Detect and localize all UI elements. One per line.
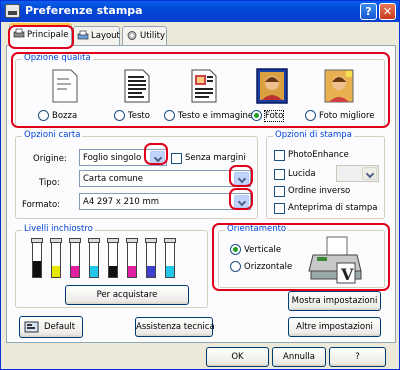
ink-tank-cap	[31, 238, 43, 243]
ink-tank	[107, 238, 119, 278]
ink-tank	[88, 238, 100, 278]
type-label: Tipo:	[39, 178, 60, 188]
tab-layout[interactable]: Layout	[73, 26, 120, 45]
quality-best-photo-label: Foto migliore	[319, 111, 375, 121]
ink-tank-cap	[145, 238, 157, 243]
quality-text-radio[interactable]	[114, 110, 125, 121]
source-value: Foglio singolo	[83, 153, 142, 163]
printer-tab-icon	[13, 28, 25, 38]
text-image-page-icon	[191, 69, 217, 103]
print-options-title: Opzioni di stampa	[273, 130, 354, 140]
photo-enhance-label: PhotoEnhance	[288, 150, 349, 160]
ink-tank-cap	[50, 238, 62, 243]
glossy-checkbox[interactable]	[274, 169, 285, 180]
ink-tank	[50, 238, 62, 278]
ink-level-fill	[90, 266, 98, 277]
ink-tank	[69, 238, 81, 278]
ink-levels-title: Livelli inchiostro	[22, 224, 95, 234]
reverse-order-checkbox[interactable]	[274, 186, 285, 197]
source-select[interactable]: Foglio singolo	[79, 149, 167, 166]
tab-label: Utility	[140, 31, 166, 41]
photo-icon	[256, 68, 288, 104]
ink-tank-cap	[126, 238, 138, 243]
ink-tank-cap	[88, 238, 100, 243]
quality-photo-label: Foto	[263, 110, 285, 122]
draft-page-icon	[52, 69, 78, 103]
close-button[interactable]: ✕	[379, 3, 396, 20]
text-page-icon	[124, 69, 150, 103]
ink-level-fill	[128, 266, 136, 277]
orientation-landscape-radio[interactable]	[230, 261, 241, 272]
paper-type-value: Carta comune	[83, 174, 144, 184]
chevron-down-icon[interactable]	[362, 167, 377, 180]
chevron-down-icon[interactable]	[150, 151, 165, 164]
paper-options-title: Opzioni carta	[22, 130, 83, 140]
orientation-title: Orientamento	[225, 224, 289, 234]
paper-format-select[interactable]: A4 297 x 210 mm	[79, 193, 251, 210]
orientation-portrait-label: Verticale	[244, 245, 282, 255]
layout-tab-icon	[77, 30, 89, 40]
title-bar: Preferenze stampa ? ✕	[1, 1, 399, 22]
quality-text-label: Testo	[128, 111, 150, 121]
glossy-label: Lucida	[288, 169, 316, 179]
print-preview-checkbox[interactable]	[274, 203, 285, 214]
show-settings-button[interactable]: Mostra impostazioni	[288, 291, 381, 311]
tab-utility[interactable]: Utility	[122, 26, 167, 45]
ink-level-fill	[109, 266, 117, 277]
other-settings-button[interactable]: Altre impostazioni	[288, 317, 381, 337]
ok-button[interactable]: OK	[206, 347, 269, 367]
quality-best-photo-radio[interactable]	[305, 110, 316, 121]
tab-label: Principale	[27, 30, 69, 40]
source-label: Origine:	[33, 154, 67, 164]
quality-group-title: Opzione qualità	[22, 53, 93, 63]
ink-tank	[31, 238, 43, 278]
window-title: Preferenze stampa	[25, 4, 143, 17]
ink-tank	[145, 238, 157, 278]
format-label: Formato:	[22, 200, 61, 210]
default-settings-icon	[24, 321, 39, 333]
utility-tab-icon	[127, 31, 137, 40]
quality-draft-radio[interactable]	[38, 110, 49, 121]
ink-tank	[164, 238, 176, 278]
ink-level-fill	[71, 266, 79, 277]
best-photo-icon	[324, 69, 354, 103]
ink-tank-cap	[69, 238, 81, 243]
quality-text-image-label: Testo e immagine	[178, 111, 254, 121]
paper-type-select[interactable]: Carta comune	[79, 170, 251, 187]
ink-level-fill	[147, 266, 155, 277]
paper-format-value: A4 297 x 210 mm	[83, 197, 160, 207]
reverse-order-label: Ordine inverso	[288, 186, 351, 196]
print-preview-label: Anteprima di stampa	[288, 203, 378, 213]
ink-tank-cap	[164, 238, 176, 243]
ink-level-fill	[52, 266, 60, 277]
orientation-landscape-label: Orizzontale	[244, 262, 293, 272]
help-dialog-button[interactable]: ?	[329, 347, 386, 367]
ink-level-fill	[33, 261, 41, 277]
quality-photo-radio[interactable]	[251, 110, 262, 121]
tab-label: Layout	[91, 31, 120, 41]
quality-text-image-radio[interactable]	[164, 110, 175, 121]
borderless-checkbox[interactable]	[171, 153, 182, 164]
glossy-select[interactable]	[336, 165, 379, 182]
borderless-label: Senza margini	[185, 153, 246, 163]
quality-draft-label: Bozza	[52, 111, 78, 121]
ink-tank-cap	[107, 238, 119, 243]
default-button[interactable]: Default	[19, 316, 83, 338]
default-button-label: Default	[44, 322, 76, 332]
svg-text:V: V	[340, 265, 354, 284]
chevron-down-icon[interactable]	[234, 195, 249, 208]
printer-orientation-icon: V	[308, 236, 362, 284]
cancel-button[interactable]: Annulla	[272, 347, 326, 367]
ink-level-fill	[166, 266, 174, 277]
printer-icon	[5, 4, 20, 18]
chevron-down-icon[interactable]	[234, 172, 249, 185]
buy-ink-button[interactable]: Per acquistare	[65, 285, 189, 305]
photo-enhance-checkbox[interactable]	[274, 150, 285, 161]
ink-tank	[126, 238, 138, 278]
help-button[interactable]: ?	[360, 3, 377, 20]
print-preferences-window: Preferenze stampa ? ✕ Principale Layout …	[0, 0, 400, 370]
tab-principale[interactable]: Principale	[9, 23, 72, 46]
orientation-portrait-radio[interactable]	[230, 244, 241, 255]
tech-support-button[interactable]: Assistenza tecnica	[135, 317, 215, 337]
